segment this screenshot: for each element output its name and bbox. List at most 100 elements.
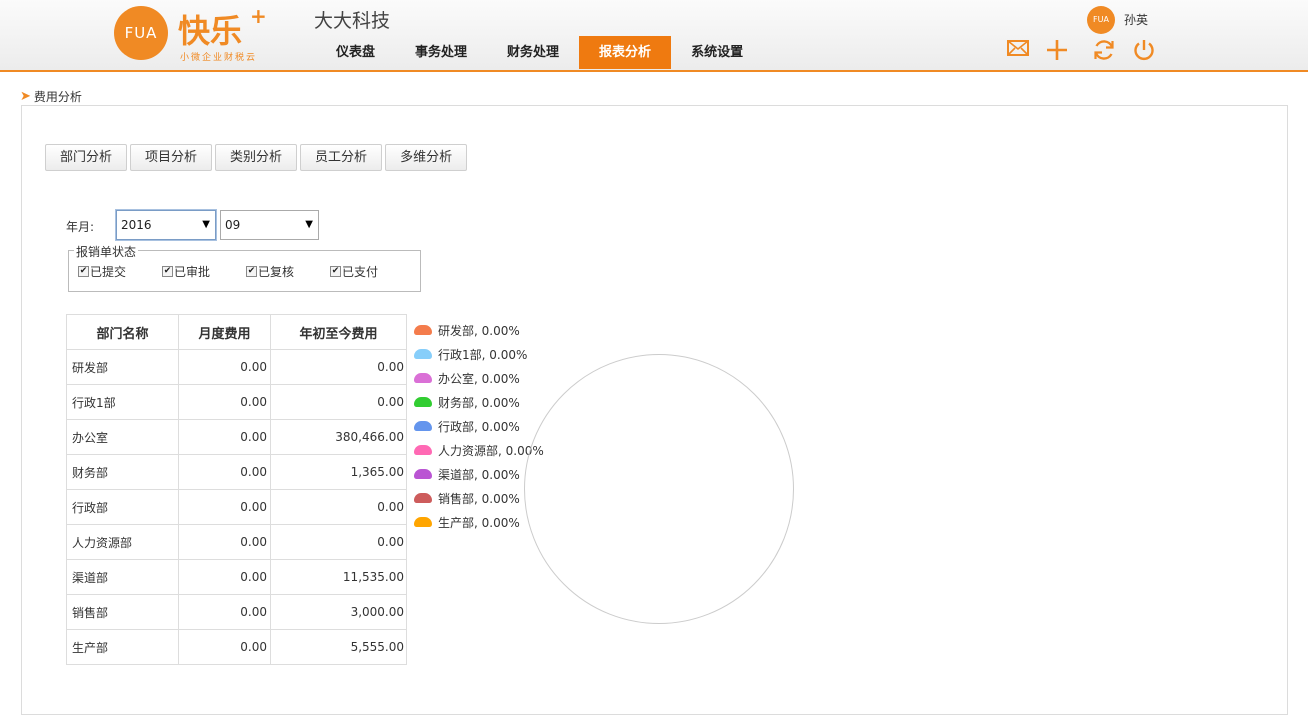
status-paid-checkbox[interactable]: ✔ 已支付 — [330, 263, 378, 280]
status-approved-checkbox[interactable]: ✔ 已审批 — [162, 263, 210, 280]
dept-name-cell: 销售部 — [66, 594, 179, 630]
legend-label: 行政1部, 0.00% — [438, 347, 528, 362]
tab-department[interactable]: 部门分析 — [45, 144, 128, 171]
month-value: 09 — [225, 218, 241, 232]
analysis-tabs: 部门分析 项目分析 类别分析 员工分析 多维分析 — [45, 144, 470, 171]
checkbox-icon: ✔ — [78, 266, 89, 277]
legend-swatch-icon — [414, 493, 432, 503]
monthly-cell: 0.00 — [178, 594, 271, 630]
legend-swatch-icon — [414, 325, 432, 335]
legend-item[interactable]: 行政部, 0.00% — [414, 414, 544, 438]
ytd-cell: 0.00 — [270, 349, 407, 385]
legend-item[interactable]: 生产部, 0.00% — [414, 510, 544, 534]
ytd-cell: 0.00 — [270, 524, 407, 560]
checkbox-icon: ✔ — [162, 266, 173, 277]
nav-dashboard[interactable]: 仪表盘 — [316, 36, 395, 69]
legend-label: 渠道部, 0.00% — [438, 467, 520, 482]
dept-name-cell: 行政1部 — [66, 384, 179, 420]
legend-item[interactable]: 财务部, 0.00% — [414, 390, 544, 414]
legend-item[interactable]: 研发部, 0.00% — [414, 318, 544, 342]
year-value: 2016 — [121, 218, 152, 232]
monthly-cell: 0.00 — [178, 489, 271, 525]
table-row: 行政1部 0.00 0.00 — [66, 384, 407, 420]
legend-swatch-icon — [414, 397, 432, 407]
tab-multidimensional[interactable]: 多维分析 — [385, 144, 468, 171]
pie-chart — [524, 354, 794, 624]
table-header-row: 部门名称 月度费用 年初至今费用 — [66, 314, 407, 350]
nav-reports[interactable]: 报表分析 — [579, 36, 672, 69]
checkbox-label: 已提交 — [90, 265, 127, 279]
status-submitted-checkbox[interactable]: ✔ 已提交 — [78, 263, 126, 280]
table-row: 研发部 0.00 0.00 — [66, 349, 407, 385]
page-title: 费用分析 — [33, 89, 82, 104]
refresh-icon[interactable] — [1091, 38, 1117, 64]
legend-label: 生产部, 0.00% — [438, 515, 520, 530]
monthly-cell: 0.00 — [178, 629, 271, 665]
mail-icon[interactable] — [1005, 38, 1031, 64]
ytd-cell: 0.00 — [270, 384, 407, 420]
checkbox-label: 已支付 — [342, 265, 379, 279]
monthly-cell: 0.00 — [178, 454, 271, 490]
ytd-cell: 11,535.00 — [270, 559, 407, 595]
tab-employee[interactable]: 员工分析 — [300, 144, 383, 171]
monthly-cell: 0.00 — [178, 349, 271, 385]
legend-label: 研发部, 0.00% — [438, 323, 520, 338]
checkbox-icon: ✔ — [246, 266, 257, 277]
status-reviewed-checkbox[interactable]: ✔ 已复核 — [246, 263, 294, 280]
table-row: 财务部 0.00 1,365.00 — [66, 454, 407, 490]
nav-finance[interactable]: 财务处理 — [487, 36, 579, 69]
ytd-cell: 3,000.00 — [270, 594, 407, 630]
month-select[interactable]: 09 ▼ — [220, 210, 319, 240]
ytd-cell: 5,555.00 — [270, 629, 407, 665]
nav-transactions[interactable]: 事务处理 — [395, 36, 487, 69]
ytd-cell: 1,365.00 — [270, 454, 407, 490]
main-nav: 仪表盘 事务处理 财务处理 报表分析 系统设置 — [316, 36, 763, 69]
col-monthly: 月度费用 — [178, 314, 271, 350]
table-row: 行政部 0.00 0.00 — [66, 489, 407, 525]
plus-icon[interactable] — [1044, 38, 1070, 64]
dropdown-arrow-icon: ▼ — [202, 219, 210, 230]
ytd-cell: 0.00 — [270, 489, 407, 525]
ytd-cell: 380,466.00 — [270, 419, 407, 455]
tab-project[interactable]: 项目分析 — [130, 144, 213, 171]
power-icon[interactable] — [1131, 38, 1157, 64]
legend-swatch-icon — [414, 469, 432, 479]
brand-name: 快乐 — [178, 12, 243, 50]
department-expense-table: 部门名称 月度费用 年初至今费用 研发部 0.00 0.00 行政1部 0.00 0.00… — [66, 314, 407, 665]
dept-name-cell: 人力资源部 — [66, 524, 179, 560]
monthly-cell: 0.00 — [178, 559, 271, 595]
legend-item[interactable]: 办公室, 0.00% — [414, 366, 544, 390]
legend-swatch-icon — [414, 517, 432, 527]
logo-icon: FUA — [114, 6, 168, 60]
dept-name-cell: 办公室 — [66, 419, 179, 455]
dept-name-cell: 行政部 — [66, 489, 179, 525]
breadcrumb: ➤ 费用分析 — [20, 88, 82, 104]
legend-item[interactable]: 人力资源部, 0.00% — [414, 438, 544, 462]
table-row: 办公室 0.00 380,466.00 — [66, 419, 407, 455]
legend-swatch-icon — [414, 349, 432, 359]
tab-category[interactable]: 类别分析 — [215, 144, 298, 171]
nav-settings[interactable]: 系统设置 — [671, 36, 763, 69]
arrow-right-icon: ➤ — [20, 88, 31, 104]
legend-swatch-icon — [414, 445, 432, 455]
legend-label: 办公室, 0.00% — [438, 371, 520, 386]
legend-label: 销售部, 0.00% — [438, 491, 520, 506]
status-legend: 报销单状态 — [74, 243, 139, 260]
table-row: 销售部 0.00 3,000.00 — [66, 594, 407, 630]
monthly-cell: 0.00 — [178, 524, 271, 560]
brand-plus: + — [250, 4, 267, 28]
table-row: 人力资源部 0.00 0.00 — [66, 524, 407, 560]
top-header: FUA 快乐 + 小微企业财税云 大大科技 仪表盘 事务处理 财务处理 报表分析… — [0, 0, 1308, 72]
brand-subtitle: 小微企业财税云 — [180, 53, 258, 63]
legend-label: 财务部, 0.00% — [438, 395, 520, 410]
dept-name-cell: 渠道部 — [66, 559, 179, 595]
checkbox-label: 已复核 — [258, 265, 295, 279]
col-department: 部门名称 — [66, 314, 179, 350]
legend-swatch-icon — [414, 373, 432, 383]
dept-name-cell: 研发部 — [66, 349, 179, 385]
year-month-label: 年月: — [66, 220, 95, 234]
user-name[interactable]: 孙英 — [1124, 11, 1148, 28]
legend-item[interactable]: 行政1部, 0.00% — [414, 342, 544, 366]
year-select[interactable]: 2016 ▼ — [116, 210, 216, 240]
user-avatar[interactable]: FUA — [1087, 6, 1115, 34]
